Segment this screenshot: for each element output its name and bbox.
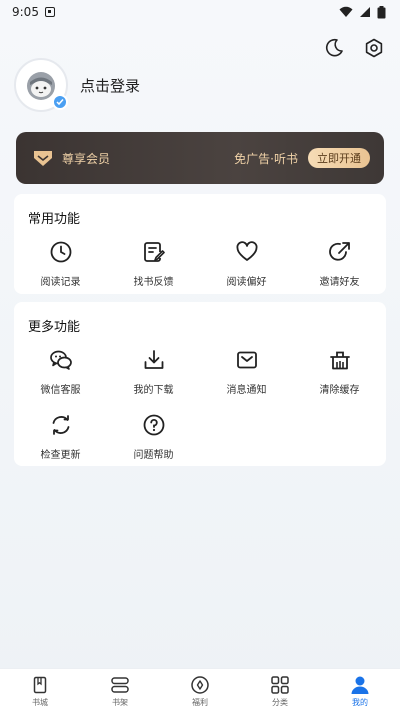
reading-history-label: 阅读记录: [40, 277, 81, 288]
clock-icon: [48, 239, 74, 265]
wifi-icon: [339, 6, 353, 17]
help-label: 问题帮助: [133, 450, 174, 461]
login-label[interactable]: 点击登录: [80, 75, 140, 96]
tab-category[interactable]: 分类: [240, 669, 320, 712]
download-icon: [141, 347, 167, 373]
battery-icon: [377, 5, 386, 18]
profile-login[interactable]: 点击登录: [14, 58, 140, 112]
tab-bookshelf-label: 书架: [112, 697, 128, 707]
status-bar: 9:05: [0, 0, 400, 24]
bottom-tab-bar: 书城 书架 福利 分类 我的: [0, 668, 400, 712]
more-functions-card: 更多功能 微信客服 我的下载 消息通知 清除缓存 检查更新 问题帮助: [14, 302, 386, 466]
welfare-icon: [189, 674, 211, 696]
notification-icon: [44, 7, 55, 17]
feedback-icon: [141, 239, 167, 265]
clear-cache-label: 清除缓存: [319, 385, 360, 396]
refresh-icon: [48, 412, 74, 438]
heart-icon: [234, 239, 260, 265]
category-grid-icon: [269, 674, 291, 696]
clear-cache-icon: [327, 347, 353, 373]
tab-mine[interactable]: 我的: [320, 669, 400, 712]
book-feedback-item[interactable]: 找书反馈: [107, 239, 200, 288]
check-update-label: 检查更新: [40, 450, 81, 461]
vip-crown-icon: [32, 147, 54, 169]
wechat-icon: [48, 347, 74, 373]
signal-icon: [360, 7, 370, 17]
common-functions-title: 常用功能: [28, 212, 81, 227]
check-update-item[interactable]: 检查更新: [14, 412, 107, 461]
vip-title: 尊享会员: [62, 151, 111, 166]
tab-welfare-label: 福利: [192, 697, 208, 707]
settings-gear-icon[interactable]: [362, 36, 386, 60]
invite-friends-item[interactable]: 邀请好友: [293, 239, 386, 288]
share-icon: [327, 239, 353, 265]
invite-friends-label: 邀请好友: [319, 277, 360, 288]
clear-cache-item[interactable]: 清除缓存: [293, 347, 386, 396]
tab-bookstore-label: 书城: [32, 697, 48, 707]
help-icon: [141, 412, 167, 438]
tab-mine-label: 我的: [352, 697, 368, 707]
avatar[interactable]: [14, 58, 68, 112]
reading-preference-label: 阅读偏好: [226, 277, 267, 288]
user-icon: [349, 674, 371, 696]
message-icon: [234, 347, 260, 373]
bookshelf-icon: [109, 674, 131, 696]
message-notification-item[interactable]: 消息通知: [200, 347, 293, 396]
help-item[interactable]: 问题帮助: [107, 412, 200, 461]
tab-bookstore[interactable]: 书城: [0, 669, 80, 712]
vip-open-button[interactable]: 立即开通: [308, 148, 370, 168]
night-mode-icon[interactable]: [322, 36, 346, 60]
book-icon: [29, 674, 51, 696]
reading-history-item[interactable]: 阅读记录: [14, 239, 107, 288]
vip-desc: 免广告·听书: [234, 151, 298, 166]
wechat-service-item[interactable]: 微信客服: [14, 347, 107, 396]
verify-badge-icon: [52, 94, 68, 110]
my-downloads-label: 我的下载: [133, 385, 174, 396]
tab-bookshelf[interactable]: 书架: [80, 669, 160, 712]
book-feedback-label: 找书反馈: [133, 277, 174, 288]
wechat-service-label: 微信客服: [40, 385, 81, 396]
my-downloads-item[interactable]: 我的下载: [107, 347, 200, 396]
status-time: 9:05: [12, 5, 39, 19]
message-notification-label: 消息通知: [226, 385, 267, 396]
reading-preference-item[interactable]: 阅读偏好: [200, 239, 293, 288]
common-functions-card: 常用功能 阅读记录 找书反馈 阅读偏好 邀请好友: [14, 194, 386, 294]
tab-welfare[interactable]: 福利: [160, 669, 240, 712]
vip-banner[interactable]: 尊享会员 免广告·听书 立即开通: [16, 132, 384, 184]
more-functions-title: 更多功能: [28, 320, 81, 335]
tab-category-label: 分类: [272, 697, 288, 707]
